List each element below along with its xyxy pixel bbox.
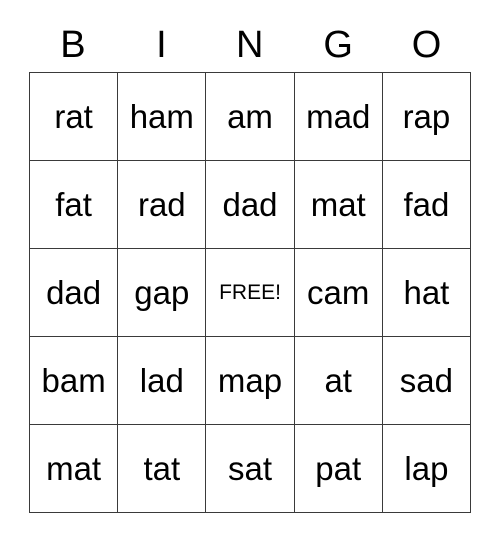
bingo-cell-label: mad — [306, 98, 371, 135]
bingo-cell[interactable]: rap — [382, 73, 472, 161]
bingo-cell[interactable]: map — [206, 337, 295, 425]
bingo-header-letter-g: G — [323, 24, 354, 66]
bingo-header-row: B I N G O — [29, 18, 471, 72]
bingo-cell-label: gap — [134, 274, 190, 311]
bingo-cell-label: sat — [227, 450, 273, 487]
bingo-cell-label: dad — [222, 186, 278, 223]
bingo-row: rat ham am mad rap — [30, 73, 472, 161]
bingo-cell-label: fad — [403, 186, 450, 223]
bingo-cell[interactable]: rad — [118, 161, 207, 249]
bingo-cell-label: cam — [307, 274, 370, 311]
bingo-row: bam lad map at sad — [30, 337, 472, 425]
bingo-cell[interactable]: hat — [382, 249, 472, 337]
bingo-cell-label: fat — [55, 186, 92, 223]
bingo-cell-label: sad — [399, 362, 454, 399]
bingo-cell[interactable]: rat — [30, 73, 119, 161]
bingo-cell[interactable]: dad — [30, 249, 119, 337]
bingo-cell[interactable]: mat — [30, 425, 119, 513]
bingo-header-letter-b: B — [60, 24, 87, 66]
bingo-card: B I N G O rat ham am mad rap fat rad dad… — [29, 18, 472, 513]
bingo-cell-label: hat — [403, 274, 450, 311]
bingo-cell-label: pat — [315, 450, 362, 487]
bingo-cell[interactable]: at — [294, 337, 383, 425]
bingo-header-letter-o: O — [411, 24, 442, 66]
bingo-row: mat tat sat pat lap — [30, 425, 472, 513]
bingo-cell-label: bam — [41, 362, 106, 399]
bingo-cell-label: at — [324, 362, 352, 399]
bingo-grid: rat ham am mad rap fat rad dad mat fad d… — [29, 72, 472, 513]
bingo-cell[interactable]: lap — [382, 425, 472, 513]
bingo-cell[interactable]: gap — [118, 249, 207, 337]
bingo-cell[interactable]: sad — [382, 337, 472, 425]
bingo-cell-label: rap — [402, 98, 451, 135]
bingo-cell-label: mat — [310, 186, 366, 223]
bingo-cell[interactable]: mat — [294, 161, 383, 249]
bingo-cell-label: tat — [143, 450, 181, 487]
bingo-cell[interactable]: mad — [294, 73, 383, 161]
bingo-cell[interactable]: lad — [118, 337, 207, 425]
bingo-free-space-cell[interactable]: FREE! — [206, 249, 295, 337]
bingo-cell[interactable]: ham — [118, 73, 207, 161]
bingo-cell[interactable]: tat — [118, 425, 207, 513]
bingo-cell-label: rat — [54, 98, 93, 135]
bingo-cell[interactable]: pat — [294, 425, 383, 513]
bingo-cell-label: mat — [46, 450, 102, 487]
bingo-free-space-label: FREE! — [219, 281, 281, 304]
bingo-cell-label: lad — [139, 362, 184, 399]
bingo-cell[interactable]: dad — [206, 161, 295, 249]
bingo-cell[interactable]: fad — [382, 161, 472, 249]
bingo-header-letter-i: I — [156, 24, 168, 66]
bingo-cell-label: lap — [404, 450, 449, 487]
bingo-row: dad gap FREE! cam hat — [30, 249, 472, 337]
bingo-cell-label: dad — [46, 274, 102, 311]
bingo-cell[interactable]: sat — [206, 425, 295, 513]
bingo-cell-label: map — [217, 362, 283, 399]
bingo-cell[interactable]: cam — [294, 249, 383, 337]
bingo-cell-label: rad — [137, 186, 186, 223]
bingo-cell[interactable]: bam — [30, 337, 119, 425]
bingo-cell-label: am — [227, 98, 273, 135]
bingo-cell-label: ham — [129, 98, 194, 135]
bingo-cell[interactable]: fat — [30, 161, 119, 249]
bingo-header-letter-n: N — [236, 24, 264, 66]
bingo-cell[interactable]: am — [206, 73, 295, 161]
bingo-row: fat rad dad mat fad — [30, 161, 472, 249]
